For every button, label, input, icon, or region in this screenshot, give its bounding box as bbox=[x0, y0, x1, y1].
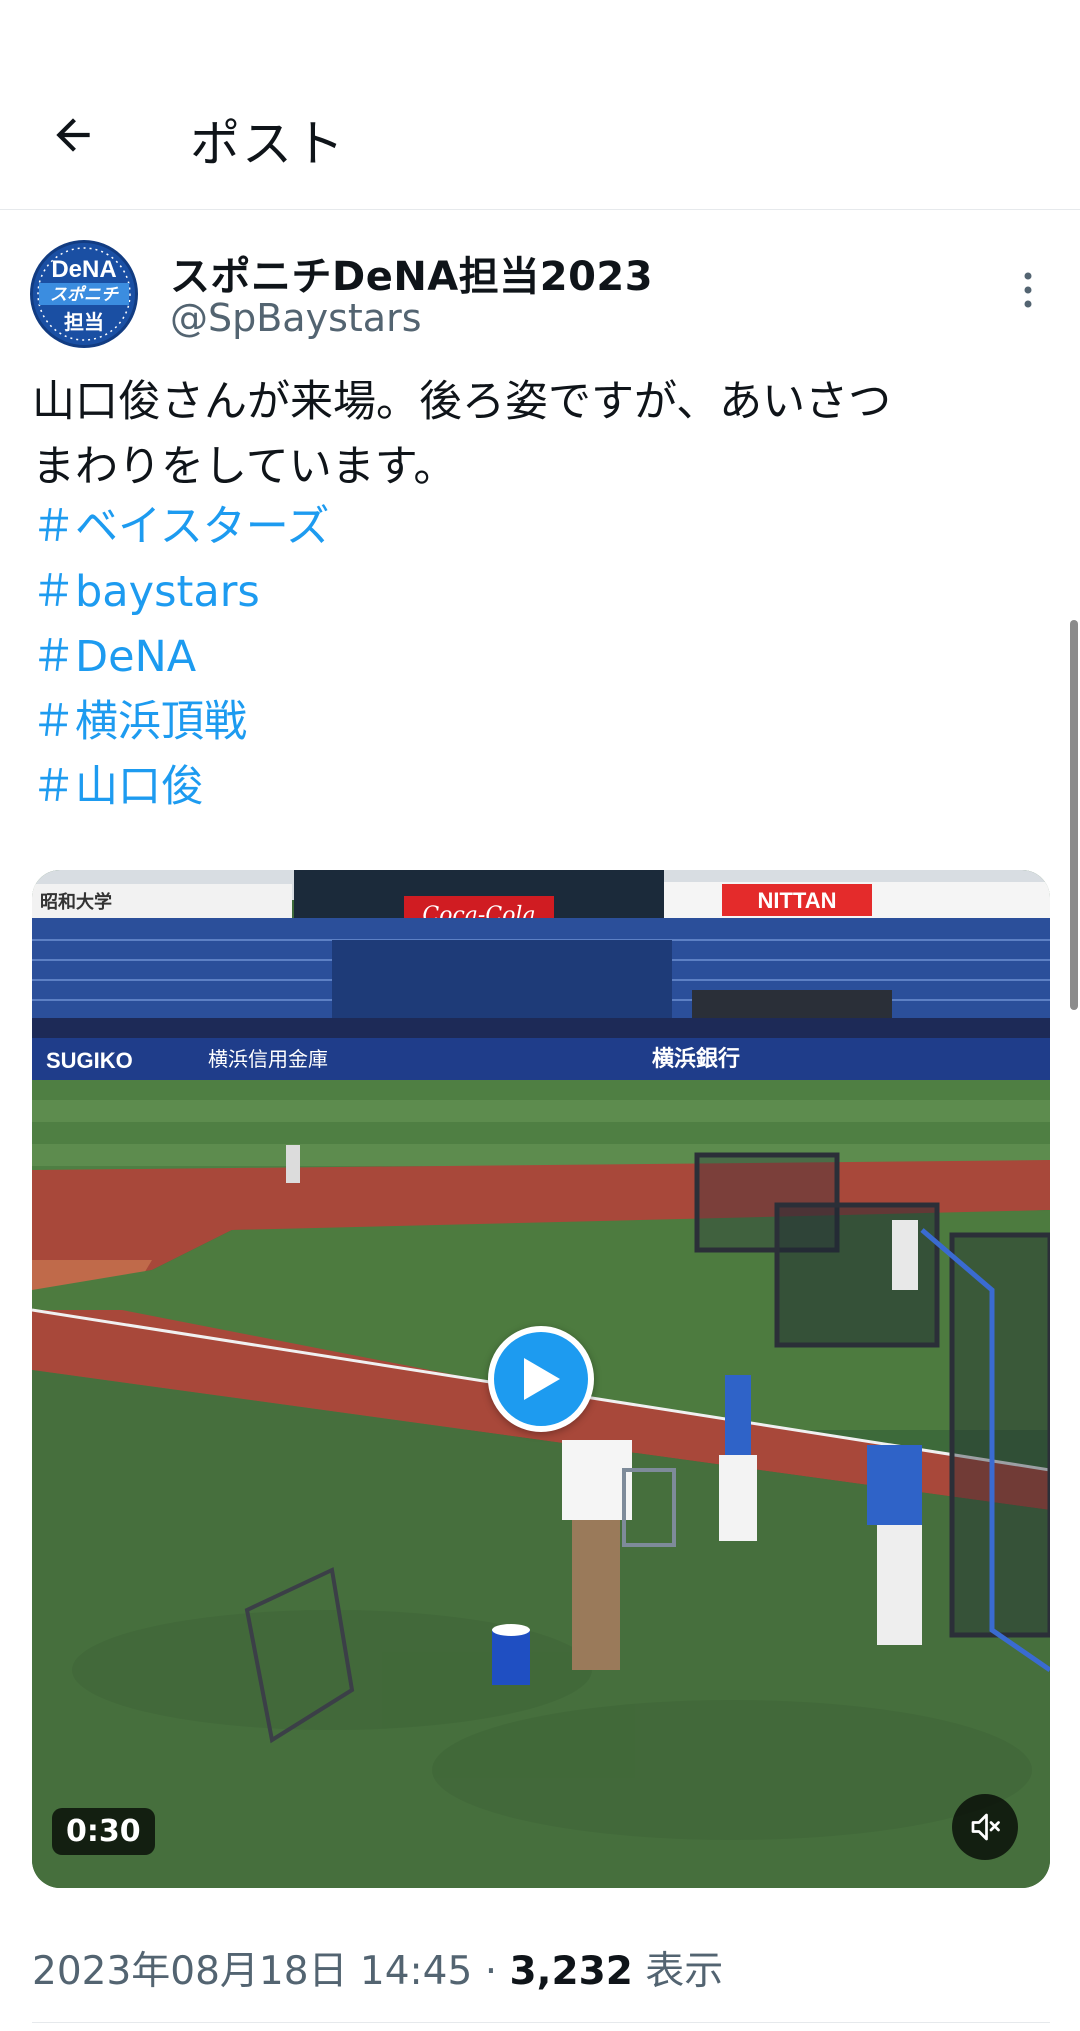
hashtag-link[interactable]: ＃DeNA bbox=[32, 625, 632, 690]
hashtag-link[interactable]: ＃山口俊 bbox=[32, 755, 632, 820]
avatar-logo: DeNA スポニチ 担当 bbox=[33, 243, 135, 345]
svg-text:NITTAN: NITTAN bbox=[757, 888, 836, 913]
post-meta: 2023年08月18日 14:45 · 3,232 表示 bbox=[32, 1940, 723, 1996]
top-bar: ポスト bbox=[0, 0, 1080, 210]
svg-text:担当: 担当 bbox=[64, 310, 104, 334]
svg-text:横浜銀行: 横浜銀行 bbox=[652, 1046, 740, 1072]
svg-text:スポニチ: スポニチ bbox=[50, 285, 119, 305]
video-duration: 0:30 bbox=[52, 1808, 155, 1855]
svg-text:SUGIKO: SUGIKO bbox=[46, 1048, 133, 1073]
mute-button[interactable] bbox=[952, 1794, 1018, 1860]
post-datetime[interactable]: 2023年08月18日 14:45 bbox=[32, 1949, 472, 1994]
views-count: 3,232 bbox=[509, 1949, 633, 1994]
play-button[interactable] bbox=[488, 1326, 594, 1432]
svg-text:横浜信用金庫: 横浜信用金庫 bbox=[208, 1047, 328, 1071]
more-vertical-icon bbox=[1024, 272, 1032, 308]
hashtag-list: ＃ベイスターズ ＃baystars ＃DeNA ＃横浜頂戦 ＃山口俊 bbox=[32, 495, 632, 820]
svg-text:昭和大学: 昭和大学 bbox=[40, 891, 112, 913]
tweet-text: 山口俊さんが来場。後ろ姿ですが、あいさつ まわりをしています。 bbox=[32, 370, 1042, 500]
hashtag-link[interactable]: ＃横浜頂戦 bbox=[32, 690, 632, 755]
hashtag-link[interactable]: ＃ベイスターズ bbox=[32, 495, 632, 560]
video-player[interactable]: 昭和大学 Coca-Cola NITTAN SUGIKO 横浜信用金庫 横浜銀行… bbox=[32, 870, 1050, 1888]
avatar[interactable]: DeNA スポニチ 担当 bbox=[30, 240, 138, 348]
scrollbar[interactable] bbox=[1070, 620, 1078, 1010]
author-handle[interactable]: @SpBaystars bbox=[170, 296, 422, 340]
speaker-muted-icon bbox=[971, 1813, 1000, 1841]
meta-separator: · bbox=[484, 1949, 498, 1994]
post-page: ポスト DeNA スポニチ 担当 スポニチDeNA担当2023 @SpBayst… bbox=[0, 0, 1080, 2031]
hashtag-link[interactable]: ＃baystars bbox=[32, 560, 632, 625]
play-icon bbox=[524, 1358, 560, 1400]
views-label: 表示 bbox=[645, 1949, 724, 1994]
more-options-button[interactable] bbox=[1000, 262, 1056, 318]
arrow-left-icon bbox=[56, 118, 90, 152]
tweet-text-line: まわりをしています。 bbox=[32, 442, 457, 492]
svg-text:DeNA: DeNA bbox=[51, 256, 116, 283]
back-button[interactable] bbox=[38, 100, 108, 170]
author-display-name[interactable]: スポニチDeNA担当2023 bbox=[170, 244, 653, 302]
page-title: ポスト bbox=[190, 115, 346, 173]
divider bbox=[32, 2022, 1050, 2023]
tweet-text-line: 山口俊さんが来場。後ろ姿ですが、あいさつ bbox=[32, 377, 892, 427]
